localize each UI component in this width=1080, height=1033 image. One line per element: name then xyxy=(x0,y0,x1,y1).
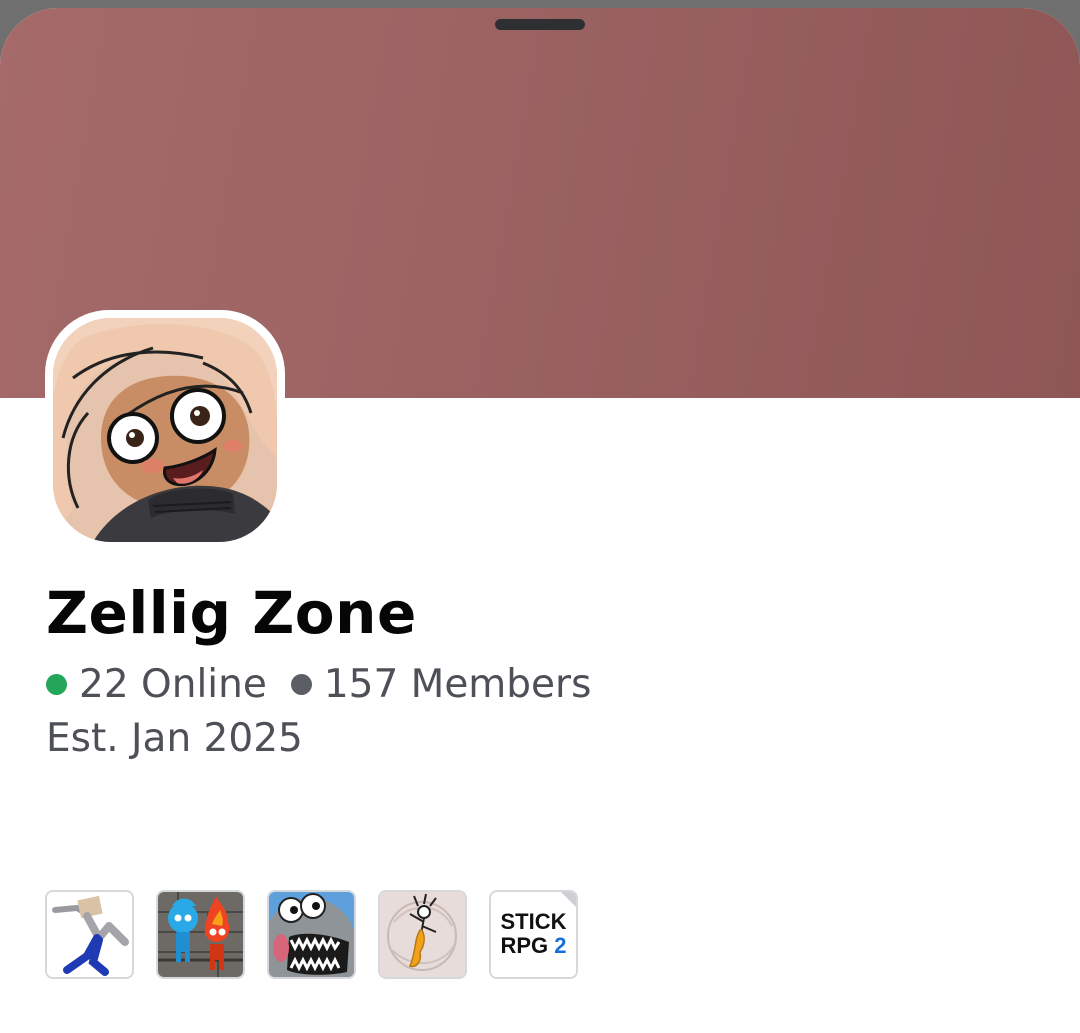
stick-rpg-2-number: 2 xyxy=(554,933,567,958)
cartoon-monster-icon[interactable] xyxy=(267,890,356,979)
server-name: Zellig Zone xyxy=(46,579,417,647)
online-status-icon xyxy=(46,673,67,695)
stick-rpg-2-line1: STICK xyxy=(500,909,567,934)
member-count: 157 Members xyxy=(290,661,592,707)
game-activity-list: STICK RPG 2 xyxy=(45,890,600,979)
established-date: Est. Jan 2025 xyxy=(46,716,303,761)
stick-rpg-2-line2: RPG 2 xyxy=(491,934,576,958)
stick-rpg-2-label: STICK RPG 2 xyxy=(491,910,576,958)
ragdoll-game-icon[interactable] xyxy=(45,890,134,979)
online-count-label: 22 Online xyxy=(79,661,267,707)
fireboy-watergirl-icon[interactable] xyxy=(156,890,245,979)
online-count: 22 Online xyxy=(46,662,267,707)
member-status-icon xyxy=(290,673,312,695)
server-stats: 22 Online 157 Members xyxy=(46,660,591,708)
member-count-label: 157 Members xyxy=(323,661,592,707)
server-profile-sheet: Zellig Zone 22 Online 157 Members Est. J… xyxy=(0,8,1080,1033)
drag-handle[interactable] xyxy=(495,19,585,30)
stick-rpg-2-icon[interactable]: STICK RPG 2 xyxy=(489,890,578,979)
server-avatar[interactable] xyxy=(45,310,285,550)
stick-rpg-2-word: RPG xyxy=(500,933,549,958)
stick-figure-game-icon[interactable] xyxy=(378,890,467,979)
cartoon-girl-avatar-icon xyxy=(53,318,277,542)
